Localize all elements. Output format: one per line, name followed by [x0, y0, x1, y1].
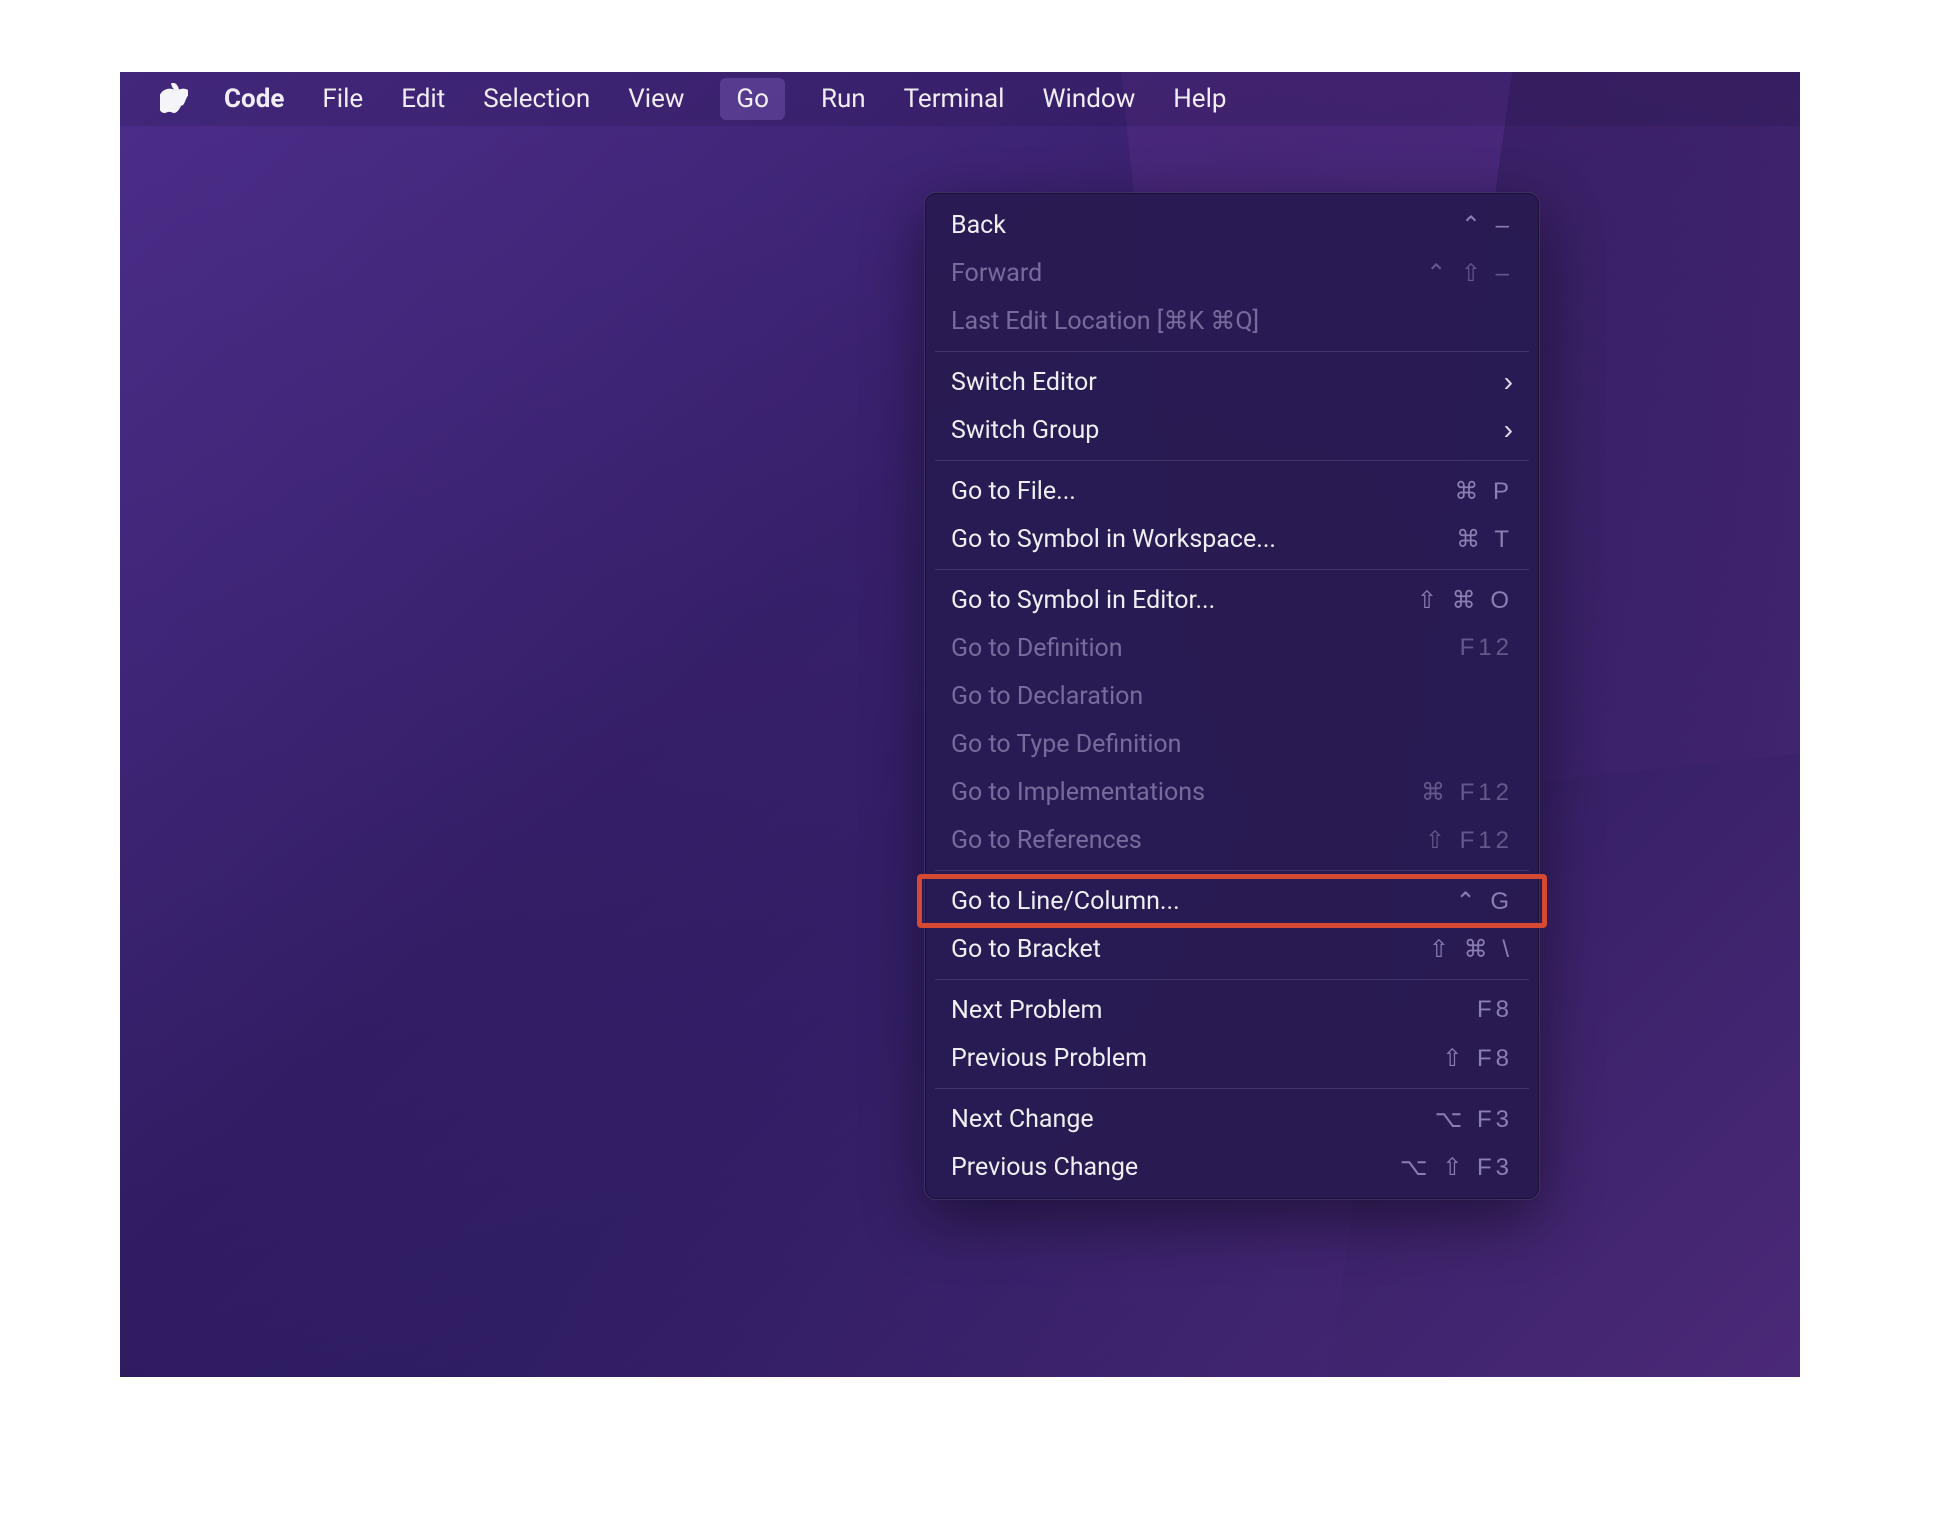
- menuitem-label: Previous Change: [951, 1153, 1400, 1182]
- menuitem-forward: Forward⌃ ⇧ –: [925, 249, 1539, 297]
- menuitem-go-to-symbol-in-editor[interactable]: Go to Symbol in Editor...⇧ ⌘ O: [925, 576, 1539, 624]
- chevron-right-icon: ›: [1504, 366, 1513, 398]
- menuitem-go-to-definition: Go to DefinitionF12: [925, 624, 1539, 672]
- menuitem-last-edit-location-k-q: Last Edit Location [⌘K ⌘Q]: [925, 297, 1539, 345]
- menu-view[interactable]: View: [626, 72, 686, 126]
- menuitem-switch-group[interactable]: Switch Group›: [925, 406, 1539, 454]
- menuitem-label: Switch Editor: [951, 368, 1504, 397]
- menuitem-shortcut: ⇧ F8: [1442, 1044, 1513, 1073]
- menuitem-shortcut: ⌘ T: [1456, 525, 1513, 554]
- menuitem-go-to-line-column[interactable]: Go to Line/Column...⌃ G: [925, 877, 1539, 925]
- menuitem-go-to-implementations: Go to Implementations⌘ F12: [925, 768, 1539, 816]
- menuitem-label: Switch Group: [951, 416, 1504, 445]
- menubar: Code File Edit Selection View Go Run Terminal W…: [120, 72, 1800, 126]
- menuitem-label: Go to File...: [951, 477, 1454, 506]
- menuitem-shortcut: ⇧ ⌘ \: [1429, 935, 1513, 964]
- menu-file[interactable]: File: [320, 72, 365, 126]
- menuitem-shortcut: ⌃ G: [1456, 887, 1513, 916]
- menu-terminal[interactable]: Terminal: [902, 72, 1007, 126]
- menuitem-label: Go to Symbol in Workspace...: [951, 525, 1456, 554]
- go-menu-dropdown: Back⌃ –Forward⌃ ⇧ –Last Edit Location [⌘…: [924, 192, 1540, 1200]
- menuitem-next-problem[interactable]: Next ProblemF8: [925, 986, 1539, 1034]
- menuitem-label: Last Edit Location [⌘K ⌘Q]: [951, 306, 1513, 336]
- menuitem-label: Go to Line/Column...: [951, 887, 1456, 916]
- menuitem-shortcut: ⇧ F12: [1425, 826, 1513, 855]
- menu-separator: [935, 870, 1529, 871]
- menuitem-label: Previous Problem: [951, 1044, 1442, 1073]
- menuitem-label: Next Problem: [951, 996, 1477, 1025]
- menuitem-label: Go to Type Definition: [951, 730, 1513, 759]
- desktop: Code File Edit Selection View Go Run Terminal W…: [120, 72, 1800, 1377]
- menuitem-switch-editor[interactable]: Switch Editor›: [925, 358, 1539, 406]
- chevron-right-icon: ›: [1504, 414, 1513, 446]
- app-menu[interactable]: Code: [222, 72, 286, 126]
- menuitem-go-to-bracket[interactable]: Go to Bracket⇧ ⌘ \: [925, 925, 1539, 973]
- menuitem-go-to-references: Go to References⇧ F12: [925, 816, 1539, 864]
- menuitem-shortcut: ⌃ –: [1461, 211, 1513, 240]
- menuitem-go-to-type-definition: Go to Type Definition: [925, 720, 1539, 768]
- menuitem-label: Back: [951, 211, 1461, 240]
- menuitem-back[interactable]: Back⌃ –: [925, 201, 1539, 249]
- menu-separator: [935, 569, 1529, 570]
- menu-separator: [935, 460, 1529, 461]
- menuitem-previous-problem[interactable]: Previous Problem⇧ F8: [925, 1034, 1539, 1082]
- menuitem-label: Go to Implementations: [951, 778, 1421, 807]
- menu-selection[interactable]: Selection: [481, 72, 592, 126]
- menuitem-previous-change[interactable]: Previous Change⌥ ⇧ F3: [925, 1143, 1539, 1191]
- menuitem-shortcut: F12: [1460, 634, 1513, 662]
- menuitem-shortcut: F8: [1477, 996, 1513, 1024]
- menuitem-label: Go to Definition: [951, 634, 1460, 663]
- menu-separator: [935, 1088, 1529, 1089]
- menuitem-shortcut: ⌥ F3: [1435, 1105, 1513, 1134]
- menuitem-shortcut: ⌘ F12: [1421, 778, 1513, 807]
- menu-help[interactable]: Help: [1171, 72, 1228, 126]
- menuitem-label: Go to Bracket: [951, 935, 1429, 964]
- apple-menu-icon[interactable]: [160, 83, 188, 115]
- menuitem-shortcut: ⇧ ⌘ O: [1417, 586, 1513, 615]
- menuitem-go-to-declaration: Go to Declaration: [925, 672, 1539, 720]
- menuitem-go-to-symbol-in-workspace[interactable]: Go to Symbol in Workspace...⌘ T: [925, 515, 1539, 563]
- menuitem-next-change[interactable]: Next Change⌥ F3: [925, 1095, 1539, 1143]
- menuitem-go-to-file[interactable]: Go to File...⌘ P: [925, 467, 1539, 515]
- menu-window[interactable]: Window: [1040, 72, 1137, 126]
- menu-run[interactable]: Run: [819, 72, 868, 126]
- menuitem-label: Go to Symbol in Editor...: [951, 586, 1417, 615]
- menuitem-label: Next Change: [951, 1105, 1435, 1134]
- menu-edit[interactable]: Edit: [399, 72, 447, 126]
- menuitem-shortcut: ⌥ ⇧ F3: [1400, 1153, 1513, 1182]
- menuitem-shortcut: ⌃ ⇧ –: [1426, 259, 1513, 288]
- menuitem-shortcut: ⌘ P: [1454, 477, 1513, 506]
- menuitem-label: Go to References: [951, 826, 1425, 855]
- menuitem-label: Go to Declaration: [951, 682, 1513, 711]
- menu-go[interactable]: Go: [720, 78, 785, 120]
- menuitem-label: Forward: [951, 259, 1426, 288]
- menu-separator: [935, 979, 1529, 980]
- menu-separator: [935, 351, 1529, 352]
